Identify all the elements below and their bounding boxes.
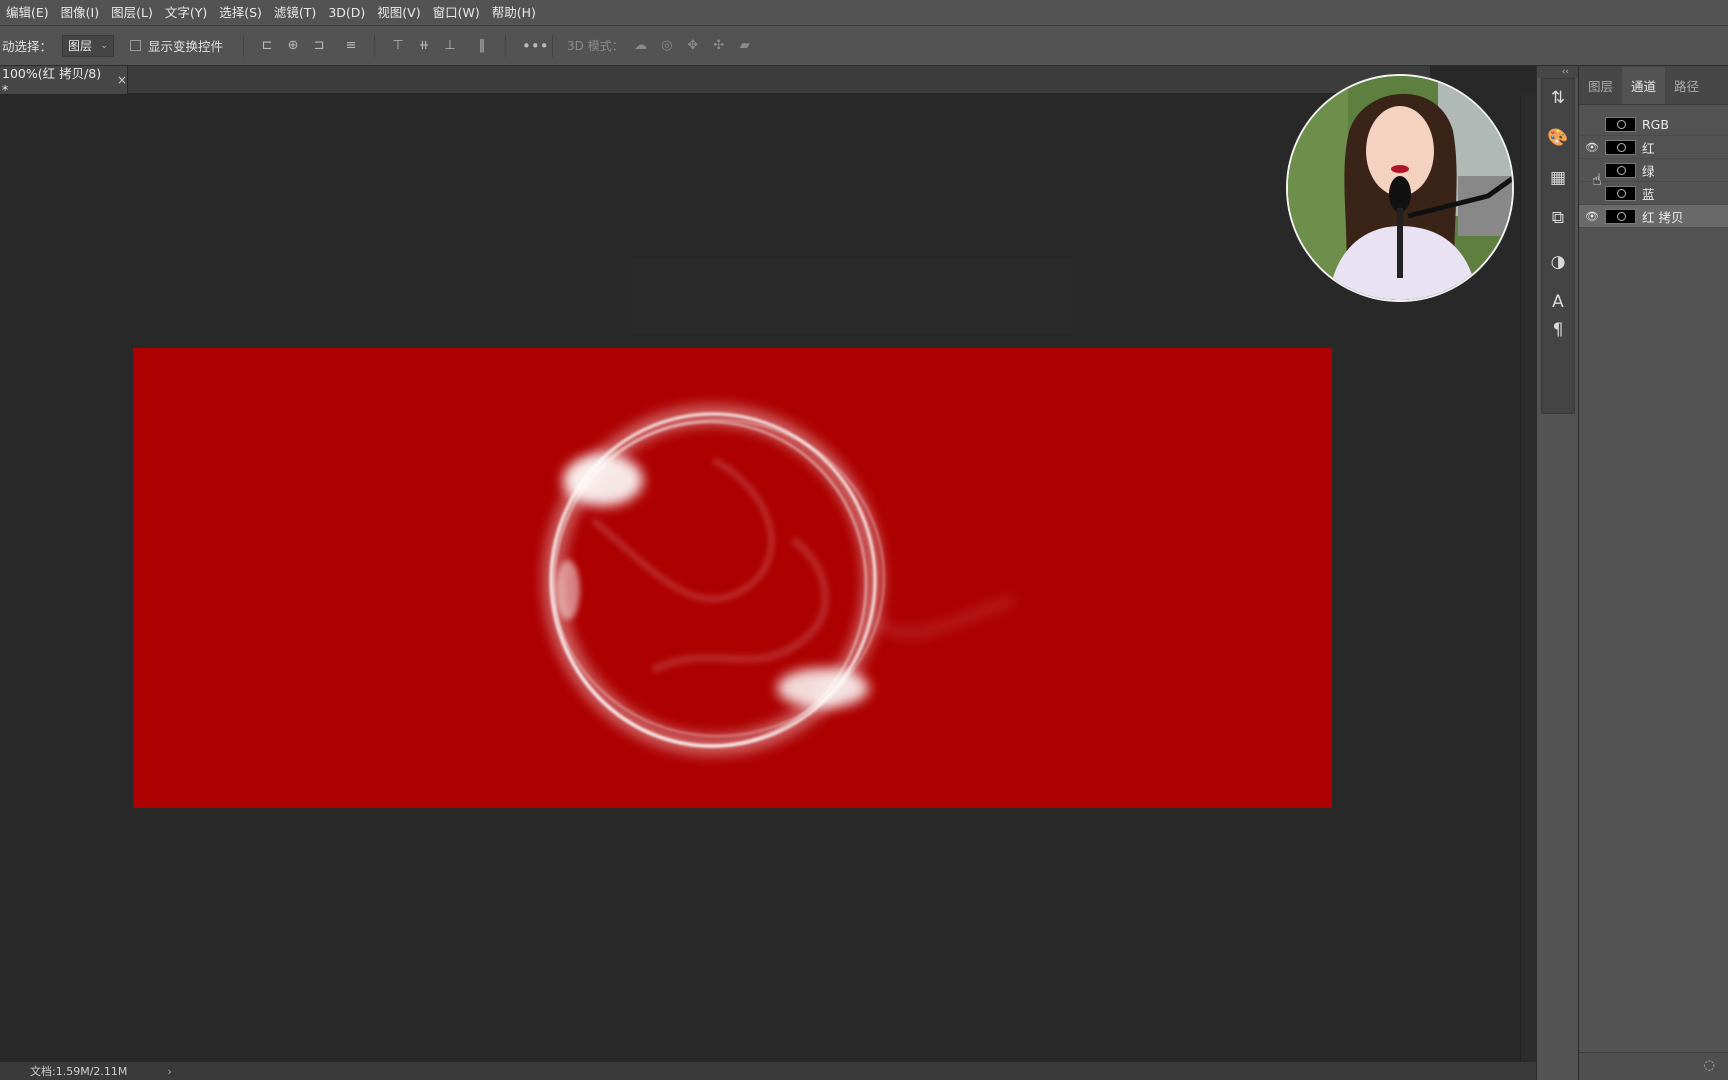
align-vcenter-icon[interactable]: ⧺ [417, 38, 431, 53]
panel-spacer [1579, 105, 1728, 113]
menu-3d[interactable]: 3D(D) [322, 0, 371, 26]
libraries-icon[interactable]: ⧉ [1537, 208, 1579, 228]
menu-layer[interactable]: 图层(L) [105, 0, 159, 26]
status-bar: 文档:1.59M/2.11M › [0, 1062, 1536, 1080]
auto-select-label: 动选择： [2, 39, 53, 54]
menu-select[interactable]: 选择(S) [213, 0, 268, 26]
menu-window[interactable]: 窗口(W) [427, 0, 486, 26]
channels-panel: 图层 通道 路径 RGB 👁 红 绿 蓝 👁 红 拷贝 ◌ [1578, 66, 1728, 1080]
3d-slide-icon[interactable]: ✣ [712, 38, 726, 53]
history-icon[interactable]: ⇅ [1537, 88, 1579, 108]
eye-icon[interactable]: 👁 [1579, 141, 1605, 154]
document-tab-title: 100%(红 拷贝/8) * [2, 66, 102, 97]
auto-select-value: 图层 [68, 39, 93, 53]
auto-select-dropdown[interactable]: 图层 ⌄ [62, 34, 115, 57]
channel-name: 绿 [1642, 163, 1655, 179]
channel-row-red[interactable]: 👁 红 [1579, 136, 1728, 159]
menu-help[interactable]: 帮助(H) [486, 0, 542, 26]
show-transform-checkbox[interactable] [130, 40, 142, 51]
document-tab[interactable]: 100%(红 拷贝/8) * × [0, 66, 128, 97]
distribute-vertical-icon[interactable]: ‖ [475, 38, 489, 53]
status-menu-arrow[interactable]: › [167, 1065, 171, 1078]
chevron-down-icon: ⌄ [100, 40, 109, 51]
divider [505, 34, 507, 57]
collapse-panels-button[interactable]: ‹‹ [1537, 66, 1579, 78]
divider [552, 34, 554, 57]
adjustments-icon[interactable]: ◑ [1537, 252, 1579, 272]
eye-icon[interactable]: 👁 [1579, 210, 1605, 223]
channel-thumbnail [1605, 162, 1636, 178]
divider [374, 34, 376, 57]
align-left-icon[interactable]: ⊏ [260, 38, 274, 53]
close-icon[interactable]: × [117, 73, 127, 87]
presenter-photo [1288, 76, 1512, 300]
document-size: 文档:1.59M/2.11M [30, 1065, 128, 1078]
swatches-grid-icon[interactable]: ▦ [1537, 168, 1579, 188]
3d-orbit-icon[interactable]: ☁ [634, 38, 648, 53]
panel-footer: ◌ [1579, 1052, 1728, 1080]
mode-3d-label: 3D 模式： [567, 39, 624, 53]
document-tab-bar: 100%(红 拷贝/8) * × [0, 66, 1430, 97]
options-bar: 动选择： 图层 ⌄ 显示变换控件 ⊏ ⊕ ⊐ ≡ ⊤ ⧺ ⊥ ‖ ••• 3D … [0, 26, 1728, 66]
tab-paths[interactable]: 路径 [1665, 76, 1708, 104]
vertical-scrollbar[interactable] [1520, 95, 1536, 1065]
channel-name: 蓝 [1642, 186, 1655, 202]
3d-roll-icon[interactable]: ◎ [660, 38, 674, 53]
tab-channels[interactable]: 通道 [1622, 67, 1666, 104]
divider [243, 34, 245, 57]
color-palette-icon[interactable]: 🎨 [1537, 128, 1579, 148]
channel-thumbnail [1605, 185, 1636, 201]
pointer-cursor-icon: ☝ [1592, 170, 1602, 189]
character-icon[interactable]: A [1537, 292, 1579, 312]
show-transform-label: 显示变换控件 [148, 39, 224, 54]
3d-camera-icon[interactable]: ▰ [738, 38, 752, 53]
channel-name: 红 [1642, 140, 1655, 156]
more-options-icon[interactable]: ••• [522, 38, 549, 53]
align-bottom-icon[interactable]: ⊥ [443, 38, 457, 53]
document-canvas[interactable] [133, 348, 1332, 808]
webcam-overlay [1286, 74, 1514, 302]
menu-edit[interactable]: 编辑(E) [0, 0, 55, 26]
menu-filter[interactable]: 滤镜(T) [268, 0, 322, 26]
panel-icon-column: ‹‹ ⇅ 🎨 ▦ ⧉ ◑ A ¶ [1536, 66, 1579, 1080]
tab-layers[interactable]: 图层 [1579, 76, 1622, 104]
channel-thumbnail [1605, 116, 1636, 132]
panel-tabs: 图层 通道 路径 [1579, 66, 1728, 105]
distribute-icon[interactable]: ≡ [344, 38, 358, 53]
menu-view[interactable]: 视图(V) [371, 0, 426, 26]
channel-name: 红 拷贝 [1642, 209, 1684, 225]
channel-thumbnail [1605, 208, 1636, 224]
align-hcenter-icon[interactable]: ⊕ [286, 38, 300, 53]
smoke-ring-image [542, 404, 1015, 756]
menu-image[interactable]: 图像(I) [55, 0, 105, 26]
menu-type[interactable]: 文字(Y) [159, 0, 213, 26]
align-top-icon[interactable]: ⊤ [391, 38, 405, 53]
dotted-circle-icon[interactable]: ◌ [1704, 1058, 1715, 1073]
canvas-ghost-region [632, 258, 1072, 334]
menu-bar: 编辑(E) 图像(I) 图层(L) 文字(Y) 选择(S) 滤镜(T) 3D(D… [0, 0, 1728, 26]
align-right-icon[interactable]: ⊐ [312, 38, 326, 53]
channel-row-rgb[interactable]: RGB [1579, 113, 1728, 136]
paragraph-icon[interactable]: ¶ [1537, 320, 1579, 340]
channel-thumbnail [1605, 139, 1636, 155]
channel-row-red-copy[interactable]: 👁 红 拷贝 [1579, 205, 1728, 228]
channel-name: RGB [1642, 116, 1669, 132]
3d-pan-icon[interactable]: ✥ [686, 38, 700, 53]
